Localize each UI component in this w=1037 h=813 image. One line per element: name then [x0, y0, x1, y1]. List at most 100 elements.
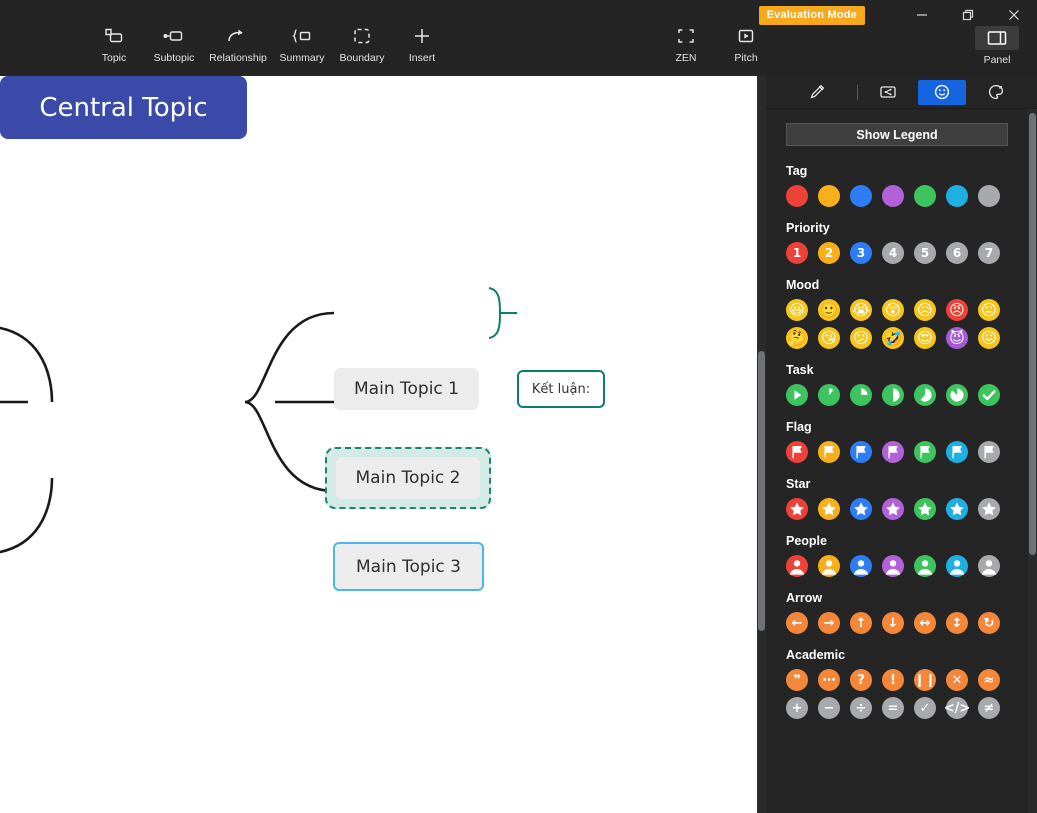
people-orange[interactable] [818, 555, 840, 577]
mood-neutral[interactable]: 😐 [978, 299, 1000, 321]
task-1-8[interactable] [818, 384, 840, 406]
panel-tab-sticker[interactable] [918, 79, 966, 105]
academic-not-equal[interactable]: ≠ [978, 697, 1000, 719]
panel-toggle-button[interactable]: Panel [971, 26, 1023, 66]
toolbar-relationship-button[interactable]: Relationship [204, 24, 272, 64]
mood-rofl[interactable]: 🤣 [882, 327, 904, 349]
arrow-left-right[interactable]: ↔ [914, 612, 936, 634]
star-purple[interactable] [882, 498, 904, 520]
academic-pause[interactable]: ❙❙ [914, 669, 936, 691]
flag-blue[interactable] [850, 441, 872, 463]
arrow-down[interactable]: ↓ [882, 612, 904, 634]
task-5-8[interactable] [914, 384, 936, 406]
star-red[interactable] [786, 498, 808, 520]
flag-cyan[interactable] [946, 441, 968, 463]
tag-cyan[interactable] [946, 185, 968, 207]
star-green[interactable] [914, 498, 936, 520]
mood-heart-eyes[interactable]: 😍 [914, 327, 936, 349]
panel-tab-theme[interactable] [972, 80, 1020, 105]
toolbar-topic-button[interactable]: Topic [84, 24, 144, 64]
people-purple[interactable] [882, 555, 904, 577]
academic-cross[interactable]: ✕ [946, 669, 968, 691]
people-red[interactable] [786, 555, 808, 577]
main-topic-2-node[interactable]: Main Topic 2 [336, 457, 480, 499]
show-legend-button[interactable]: Show Legend [786, 123, 1008, 146]
academic-plus[interactable]: + [786, 697, 808, 719]
arrow-up-down[interactable]: ↕ [946, 612, 968, 634]
tag-orange[interactable] [818, 185, 840, 207]
task-done[interactable] [978, 384, 1000, 406]
people-cyan[interactable] [946, 555, 968, 577]
mood-cry[interactable]: 😭 [850, 299, 872, 321]
mood-x-eyes[interactable]: 😖 [978, 327, 1000, 349]
mood-sad[interactable]: 😥 [914, 299, 936, 321]
flag-red[interactable] [786, 441, 808, 463]
canvas-vertical-scrollbar[interactable] [757, 76, 766, 813]
academic-question[interactable]: ? [850, 669, 872, 691]
academic-equals[interactable]: = [882, 697, 904, 719]
star-cyan[interactable] [946, 498, 968, 520]
tag-blue[interactable] [850, 185, 872, 207]
academic-approx[interactable]: ≈ [978, 669, 1000, 691]
panel-tab-outline[interactable] [864, 80, 912, 105]
people-gray[interactable] [978, 555, 1000, 577]
arrow-up[interactable]: ↑ [850, 612, 872, 634]
arrow-left[interactable]: ← [786, 612, 808, 634]
flag-green[interactable] [914, 441, 936, 463]
star-gray[interactable] [978, 498, 1000, 520]
toolbar-zen-button[interactable]: ZEN [656, 24, 716, 64]
mood-smile[interactable]: 🙂 [818, 299, 840, 321]
academic-quote[interactable]: ❞ [786, 669, 808, 691]
tag-purple[interactable] [882, 185, 904, 207]
tag-gray[interactable] [978, 185, 1000, 207]
toolbar-subtopic-button[interactable]: Subtopic [144, 24, 204, 64]
arrow-right[interactable]: → [818, 612, 840, 634]
arrow-refresh[interactable]: ↻ [978, 612, 1000, 634]
panel-vertical-scrollbar[interactable] [1028, 109, 1037, 813]
star-orange[interactable] [818, 498, 840, 520]
task-1-2[interactable] [882, 384, 904, 406]
mood-thinking[interactable]: 🤔 [786, 327, 808, 349]
task-1-4[interactable] [850, 384, 872, 406]
academic-divide[interactable]: ÷ [850, 697, 872, 719]
mood-kiss[interactable]: 😘 [818, 327, 840, 349]
main-topic-3-node[interactable]: Main Topic 3 [333, 542, 484, 591]
people-blue[interactable] [850, 555, 872, 577]
priority-3[interactable]: 3 [850, 242, 872, 264]
summary-node[interactable]: Kết luận: [517, 370, 605, 408]
academic-check[interactable]: ✓ [914, 697, 936, 719]
flag-purple[interactable] [882, 441, 904, 463]
toolbar-summary-button[interactable]: Summary [272, 24, 332, 64]
task-7-8[interactable] [946, 384, 968, 406]
mood-devil[interactable]: 😈 [946, 327, 968, 349]
task-start[interactable] [786, 384, 808, 406]
priority-4[interactable]: 4 [882, 242, 904, 264]
people-green[interactable] [914, 555, 936, 577]
academic-minus[interactable]: − [818, 697, 840, 719]
priority-5[interactable]: 5 [914, 242, 936, 264]
main-topic-1-node[interactable]: Main Topic 1 [334, 368, 479, 410]
mood-confused[interactable]: 😕 [850, 327, 872, 349]
priority-6[interactable]: 6 [946, 242, 968, 264]
toolbar-boundary-button[interactable]: Boundary [332, 24, 392, 64]
academic-code[interactable]: </> [944, 697, 970, 719]
panel-tab-style[interactable] [793, 80, 841, 105]
mood-angry[interactable]: 😠 [946, 299, 968, 321]
mindmap-canvas[interactable]: Central Topic Main Topic 1 Main Topic 2 … [0, 76, 757, 813]
toolbar-pitch-button[interactable]: Pitch [716, 24, 776, 64]
mood-grin[interactable]: 😃 [786, 299, 808, 321]
academic-ellipsis[interactable]: ⋯ [818, 669, 840, 691]
tag-green[interactable] [914, 185, 936, 207]
minimize-icon[interactable] [899, 0, 945, 30]
mood-shocked[interactable]: 😲 [882, 299, 904, 321]
flag-orange[interactable] [818, 441, 840, 463]
priority-7[interactable]: 7 [978, 242, 1000, 264]
tag-red[interactable] [786, 185, 808, 207]
canvas-scrollbar-thumb[interactable] [758, 351, 765, 631]
academic-exclamation[interactable]: ! [882, 669, 904, 691]
priority-2[interactable]: 2 [818, 242, 840, 264]
toolbar-insert-button[interactable]: Insert [392, 24, 452, 64]
star-blue[interactable] [850, 498, 872, 520]
priority-1[interactable]: 1 [786, 242, 808, 264]
panel-scrollbar-thumb[interactable] [1029, 113, 1036, 555]
